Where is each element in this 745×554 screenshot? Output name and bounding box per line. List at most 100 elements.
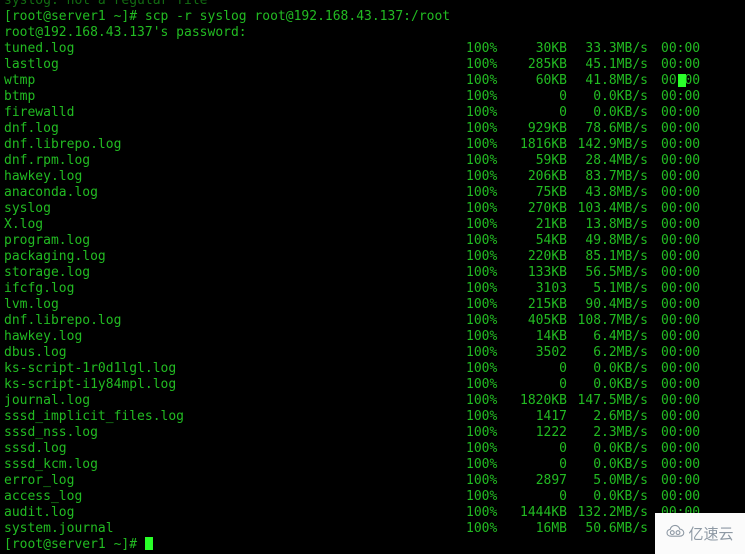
transfer-filename: ks-script-1r0d1lgl.log bbox=[4, 361, 177, 376]
transfer-eta: 00:00 bbox=[661, 393, 701, 408]
transfer-row: storage.log 100% 133KB 56.5MB/s 00:00 bbox=[0, 265, 745, 281]
transfer-rate: 142.9MB/s bbox=[577, 137, 648, 152]
transfer-rate: 103.4MB/s bbox=[577, 201, 648, 216]
transfer-percent: 100% bbox=[466, 313, 498, 328]
transfer-size: 16MB bbox=[535, 521, 567, 536]
terminal-window[interactable]: syslog: not a regular file [root@server1… bbox=[0, 0, 745, 554]
transfer-percent: 100% bbox=[466, 233, 498, 248]
transfer-percent: 100% bbox=[466, 153, 498, 168]
transfer-percent: 100% bbox=[466, 521, 498, 536]
transfer-row: ifcfg.log 100% 3103 5.1MB/s 00:00 bbox=[0, 281, 745, 297]
transfer-eta: 00:00 bbox=[661, 169, 701, 184]
transfer-filename: syslog bbox=[4, 201, 51, 216]
transfer-row: program.log 100% 54KB 49.8MB/s 00:00 bbox=[0, 233, 745, 249]
transfer-filename: dbus.log bbox=[4, 345, 67, 360]
transfer-size: 1820KB bbox=[520, 393, 567, 408]
transfer-rate: 0.0KB/s bbox=[593, 489, 648, 504]
transfer-size: 3502 bbox=[535, 345, 567, 360]
transfer-filename: tuned.log bbox=[4, 41, 75, 56]
transfer-rate: 56.5MB/s bbox=[585, 265, 648, 280]
transfer-row: dnf.librepo.log 100% 1816KB 142.9MB/s 00:00 bbox=[0, 137, 745, 153]
transfer-percent: 100% bbox=[466, 185, 498, 200]
transfer-percent: 100% bbox=[466, 41, 498, 56]
shell-prompt: [root@server1 ~]# bbox=[4, 537, 153, 553]
transfer-rate: 49.8MB/s bbox=[585, 233, 648, 248]
transfer-filename: X.log bbox=[4, 217, 44, 232]
transfer-rate: 5.0MB/s bbox=[593, 473, 648, 488]
transfer-size: 2897 bbox=[535, 473, 567, 488]
transfer-percent: 100% bbox=[466, 489, 498, 504]
transfer-size: 270KB bbox=[527, 201, 567, 216]
transfer-percent: 100% bbox=[466, 345, 498, 360]
transfer-eta: 00:00 bbox=[661, 457, 701, 472]
transfer-size: 0 bbox=[559, 489, 567, 504]
transfer-filename: system.journal bbox=[4, 521, 114, 536]
transfer-size: 1444KB bbox=[520, 505, 567, 520]
transfer-rate: 2.6MB/s bbox=[593, 409, 648, 424]
transfer-percent: 100% bbox=[466, 217, 498, 232]
transfer-percent: 100% bbox=[466, 393, 498, 408]
transfer-eta: 00:00 bbox=[661, 297, 701, 312]
transfer-eta: 00:00 bbox=[661, 89, 701, 104]
transfer-rate: 5.1MB/s bbox=[593, 281, 648, 296]
transfer-filename: dnf.rpm.log bbox=[4, 153, 91, 168]
transfer-rate: 147.5MB/s bbox=[577, 393, 648, 408]
transfer-size: 30KB bbox=[535, 41, 567, 56]
transfer-filename: program.log bbox=[4, 233, 91, 248]
transfer-row: syslog 100% 270KB 103.4MB/s 00:00 bbox=[0, 201, 745, 217]
transfer-percent: 100% bbox=[466, 169, 498, 184]
transfer-filename: ifcfg.log bbox=[4, 281, 75, 296]
transfer-row: wtmp100%60KB41.8MB/s00:00 bbox=[0, 73, 745, 89]
transfer-percent: 100% bbox=[466, 121, 498, 136]
transfer-rate: 0.0KB/s bbox=[593, 89, 648, 104]
terminal-line-final-prompt[interactable]: [root@server1 ~]# bbox=[0, 537, 745, 553]
transfer-size: 0 bbox=[559, 361, 567, 376]
transfer-rate: 108.7MB/s bbox=[577, 313, 648, 328]
transfer-filename: access_log bbox=[4, 489, 83, 504]
transfer-rate: 0.0KB/s bbox=[593, 377, 648, 392]
transfer-percent: 100% bbox=[466, 361, 498, 376]
transfer-row: error_log 100% 2897 5.0MB/s 00:00 bbox=[0, 473, 745, 489]
transfer-percent: 100% bbox=[466, 377, 498, 392]
transfer-eta: 00:00 bbox=[661, 201, 701, 216]
transfer-percent: 100% bbox=[466, 409, 498, 424]
terminal-line-command: [root@server1 ~]# scp -r syslog root@192… bbox=[0, 9, 745, 25]
transfer-percent: 100% bbox=[466, 201, 498, 216]
transfer-list: tuned.log 100% 30KB 33.3MB/s 00:00 lastlog 100… bbox=[0, 41, 745, 537]
transfer-size: 215KB bbox=[527, 297, 567, 312]
transfer-size: 0 bbox=[559, 457, 567, 472]
transfer-filename: dnf.log bbox=[4, 121, 59, 136]
transfer-filename: journal.log bbox=[4, 393, 91, 408]
transfer-filename: dnf.librepo.log bbox=[4, 313, 122, 328]
password-prompt: root@192.168.43.137's password: bbox=[4, 25, 247, 40]
transfer-eta: 00:00 bbox=[661, 41, 701, 56]
transfer-rate: 41.8MB/s bbox=[585, 73, 648, 88]
transfer-eta: 00:00 bbox=[661, 153, 701, 168]
transfer-row: sssd_nss.log 100% 1222 2.3MB/s 00:00 bbox=[0, 425, 745, 441]
transfer-size: 0 bbox=[559, 441, 567, 456]
transfer-rate: 43.8MB/s bbox=[585, 185, 648, 200]
transfer-eta: 00:00 bbox=[661, 57, 701, 72]
transfer-rate: 50.6MB/s bbox=[585, 521, 648, 536]
transfer-row: dbus.log 100% 3502 6.2MB/s 00:00 bbox=[0, 345, 745, 361]
transfer-filename: sssd_implicit_files.log bbox=[4, 409, 185, 424]
transfer-filename: anaconda.log bbox=[4, 185, 98, 200]
transfer-rate: 78.6MB/s bbox=[585, 121, 648, 136]
transfer-row: audit.log100%1444KB132.2MB/s00:00 bbox=[0, 505, 745, 521]
transfer-eta: 00:00 bbox=[661, 441, 701, 456]
transfer-filename: firewalld bbox=[4, 105, 75, 120]
transfer-filename: ks-script-i1y84mpl.log bbox=[4, 377, 177, 392]
transfer-percent: 100% bbox=[466, 297, 498, 312]
transfer-size: 405KB bbox=[527, 313, 567, 328]
transfer-rate: 85.1MB/s bbox=[585, 249, 648, 264]
transfer-size: 59KB bbox=[535, 153, 567, 168]
transfer-row: ks-script-1r0d1lgl.log 100% 0 0.0KB/s 00:00 bbox=[0, 361, 745, 377]
transfer-row: dnf.librepo.log 100% 405KB 108.7MB/s 00:00 bbox=[0, 313, 745, 329]
transfer-filename: packaging.log bbox=[4, 249, 106, 264]
transfer-row: lvm.log 100% 215KB 90.4MB/s 00:00 bbox=[0, 297, 745, 313]
transfer-size: 0 bbox=[559, 89, 567, 104]
transfer-size: 0 bbox=[559, 105, 567, 120]
transfer-filename: hawkey.log bbox=[4, 329, 83, 344]
transfer-rate: 6.2MB/s bbox=[593, 345, 648, 360]
transfer-row: sssd_implicit_files.log 100% 1417 2.6MB/s 00… bbox=[0, 409, 745, 425]
